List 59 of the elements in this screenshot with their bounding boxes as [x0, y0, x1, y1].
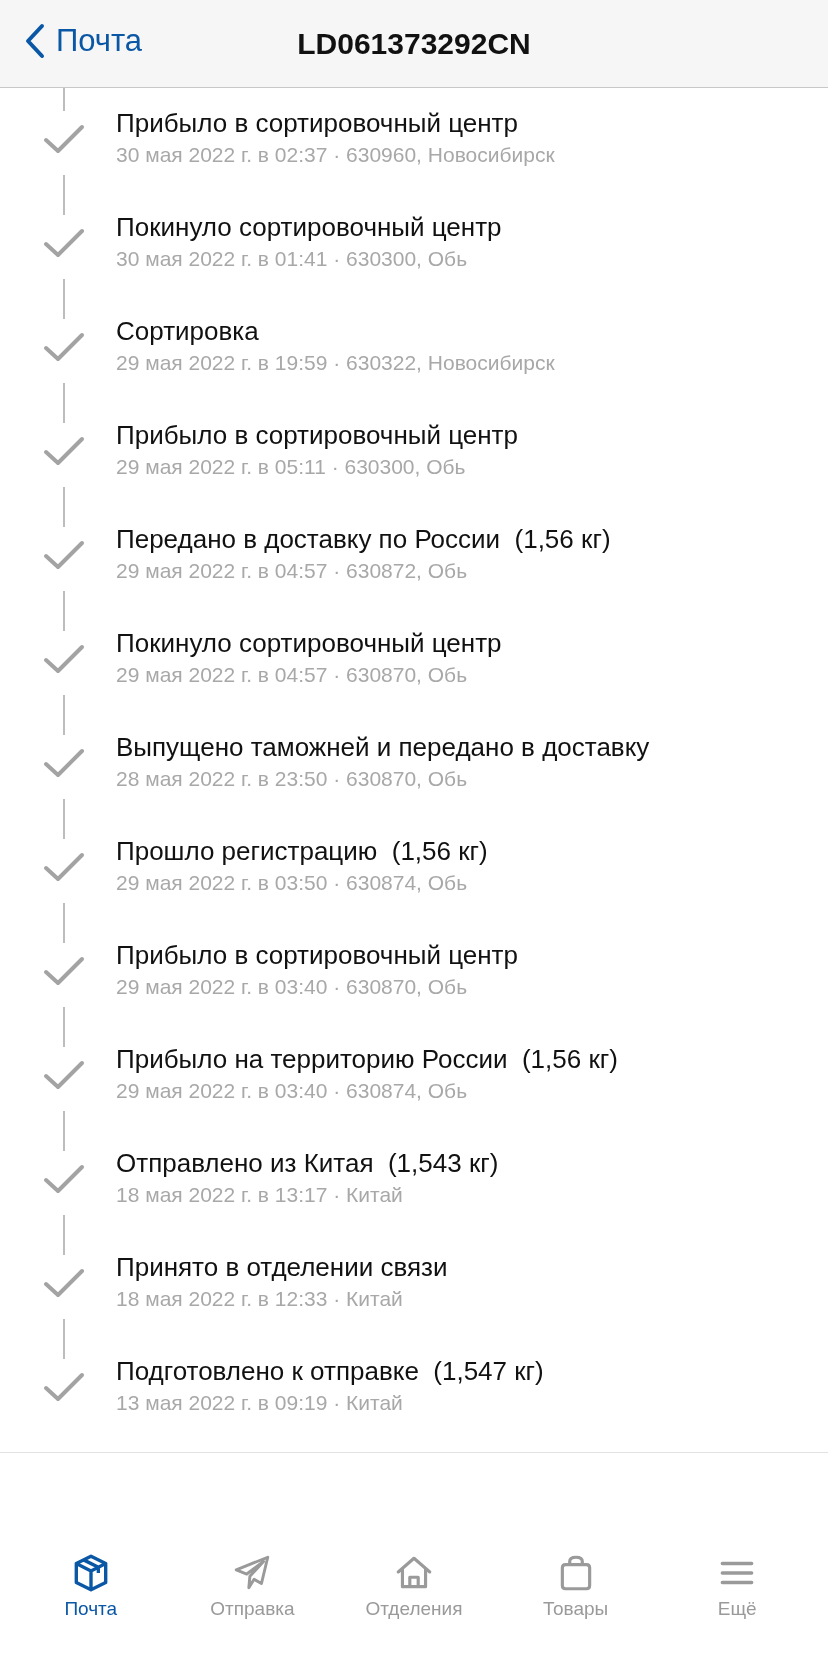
event-details: 13 мая 2022 г. в 09:19 · Китай [116, 1390, 404, 1416]
tab-bar-item[interactable]: Отправка [177, 1552, 328, 1620]
checkmark-icon [42, 1267, 86, 1299]
timeline-line [63, 487, 65, 527]
event-details: 29 мая 2022 г. в 04:57 · 630872, Обь [116, 558, 469, 584]
event-title: Прибыло в сортировочный центр [116, 939, 518, 972]
checkmark-icon [42, 1371, 86, 1403]
event-title: Покинуло сортировочный центр [116, 627, 502, 660]
checkmark-icon [42, 435, 86, 467]
timeline-line [63, 799, 65, 839]
event-details: 30 мая 2022 г. в 02:37 · 630960, Новосибирск [116, 142, 555, 168]
checkmark-icon [42, 851, 86, 883]
event-title: Принято в отделении связи [116, 1251, 448, 1284]
event-title: Передано в доставку по России (1,56 кг) [116, 523, 611, 556]
timeline-line [63, 1215, 65, 1255]
back-button[interactable]: Почта [24, 22, 143, 60]
timeline-line [63, 591, 65, 631]
checkmark-icon [42, 539, 86, 571]
event-title: Прибыло на территорию России (1,56 кг) [116, 1043, 618, 1076]
tab-bar-item[interactable]: Товары [500, 1552, 651, 1620]
checkmark-icon [42, 227, 86, 259]
timeline-line [63, 1319, 65, 1359]
event-details: 29 мая 2022 г. в 03:50 · 630874, Обь [116, 870, 469, 896]
timeline-line [63, 903, 65, 943]
event-title: Сортировка [116, 315, 260, 348]
checkmark-icon [42, 747, 86, 779]
checkmark-icon [42, 331, 86, 363]
tab-bar-item[interactable]: Почта [15, 1552, 166, 1620]
event-title: Прибыло в сортировочный центр [116, 107, 519, 140]
timeline-line [63, 1111, 65, 1151]
tab-bar-item[interactable]: Ещё [662, 1552, 813, 1620]
timeline-line [63, 279, 65, 319]
event-details: 18 мая 2022 г. в 12:33 · Китай [116, 1286, 404, 1312]
timeline-line [63, 383, 65, 423]
event-title: Подготовлено к отправке (1,547 кг) [116, 1355, 544, 1388]
timeline-line [63, 695, 65, 735]
timeline-line [63, 175, 65, 215]
checkmark-icon [42, 643, 86, 675]
checkmark-icon [42, 955, 86, 987]
timeline-line [63, 1007, 65, 1047]
event-title: Покинуло сортировочный центр [116, 211, 502, 244]
checkmark-icon [42, 1059, 86, 1091]
tracking-number-title: LD061373292CN [297, 26, 531, 61]
event-title: Прошло регистрацию (1,56 кг) [116, 835, 488, 868]
event-details: 29 мая 2022 г. в 03:40 · 630874, Обь [116, 1078, 469, 1104]
event-details: 30 мая 2022 г. в 01:41 · 630300, Обь [116, 246, 469, 272]
event-title: Выпущено таможней и передано в доставку [116, 731, 650, 764]
checkmark-icon [42, 123, 86, 155]
checkmark-icon [42, 1163, 86, 1195]
event-details: 18 мая 2022 г. в 13:17 · Китай [116, 1182, 404, 1208]
event-details: 29 мая 2022 г. в 19:59 · 630322, Новосибирск [116, 350, 555, 376]
tab-bar-item[interactable]: Отделения [339, 1552, 489, 1620]
event-details: 29 мая 2022 г. в 04:57 · 630870, Обь [116, 662, 469, 688]
event-details: 29 мая 2022 г. в 05:11 · 630300, Обь [116, 454, 467, 480]
event-title: Отправлено из Китая (1,543 кг) [116, 1147, 499, 1180]
event-title: Прибыло в сортировочный центр [116, 419, 518, 452]
event-details: 28 мая 2022 г. в 23:50 · 630870, Обь [116, 766, 469, 792]
event-details: 29 мая 2022 г. в 03:40 · 630870, Обь [116, 974, 469, 1000]
chevron-left-icon [24, 22, 46, 60]
